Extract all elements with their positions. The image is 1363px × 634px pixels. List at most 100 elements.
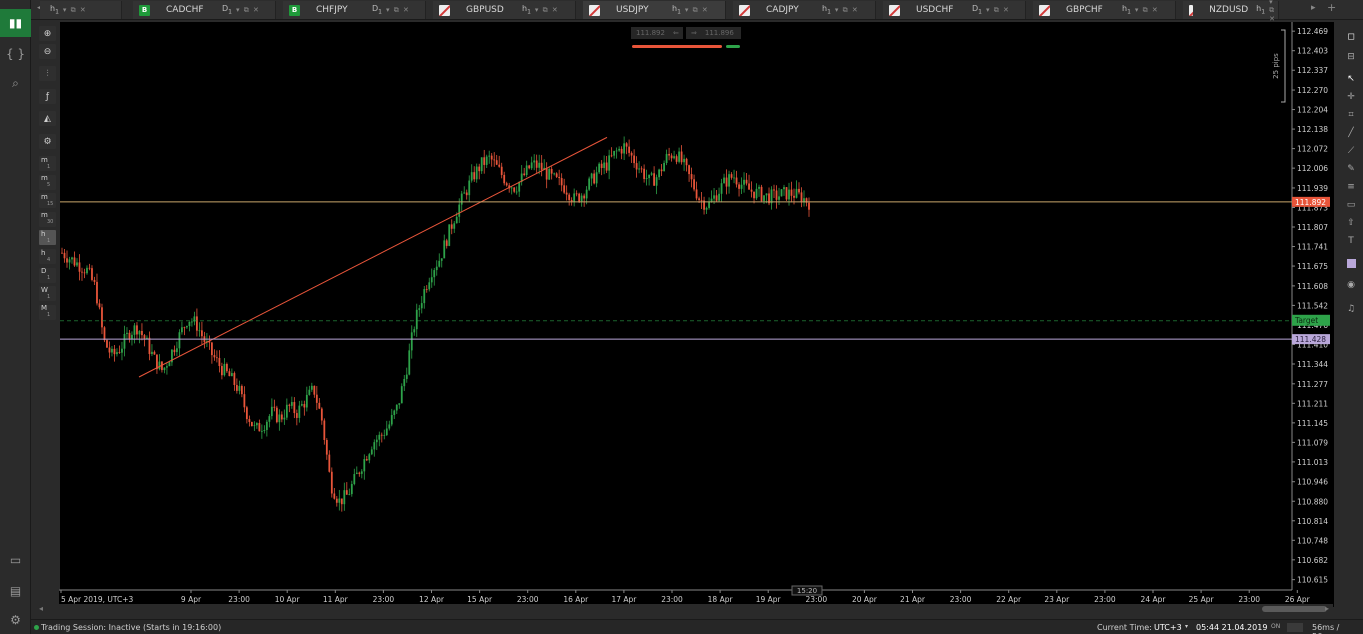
candle-body: [333, 493, 336, 499]
x-tick-label: 12 Apr: [419, 595, 445, 604]
settings-gear-icon[interactable]: ⚙: [0, 606, 31, 634]
tab-timeframe[interactable]: h1: [822, 4, 831, 16]
text-icon[interactable]: T: [1343, 234, 1359, 248]
chart-area[interactable]: 112.469 112.403 112.337 112.270 112.204 112.1…: [59, 22, 1334, 607]
tab-gbpusd[interactable]: GBPUSD h1 ▾ ⧉ ✕: [433, 1, 576, 19]
tab-timeframe[interactable]: D1: [972, 4, 982, 16]
period-M1-button[interactable]: M1: [39, 304, 56, 320]
period-h4-button[interactable]: h4: [39, 249, 56, 264]
code-brackets-icon[interactable]: { }: [0, 40, 31, 68]
analyze-icon[interactable]: ⌕: [0, 69, 31, 97]
candle-body: [353, 474, 356, 485]
pen-icon[interactable]: ✎: [1343, 162, 1359, 176]
tab-untitled[interactable]: h1 ▾ ⧉ ✕: [40, 1, 122, 19]
sell-button[interactable]: 111.892 ⇐: [631, 27, 683, 39]
on-toggle[interactable]: ON: [1271, 623, 1280, 630]
tab-timeframe[interactable]: h1: [50, 4, 59, 16]
chart-type-icon[interactable]: ⫶: [39, 66, 56, 81]
candle-body: [93, 279, 96, 282]
tab-controls[interactable]: ▾ ⧉ ✕: [236, 6, 260, 15]
tab-timeframe[interactable]: D1: [222, 4, 232, 16]
screenshot-icon[interactable]: ◉: [1343, 278, 1359, 292]
candle-body: [575, 193, 578, 195]
x-tick-label: 21 Apr: [900, 595, 926, 604]
cursor-icon[interactable]: ↖: [1343, 72, 1359, 86]
period-sub: 1: [47, 275, 51, 282]
candle-body: [186, 326, 188, 328]
color-picker-icon[interactable]: [1343, 256, 1359, 270]
y-tick-label: 110.748: [1297, 536, 1328, 545]
candle-body: [740, 184, 743, 189]
period-m30-button[interactable]: m 30: [39, 211, 56, 227]
period-m5-button[interactable]: m5: [39, 174, 56, 190]
y-tick-label: 111.542: [1297, 301, 1328, 310]
chat-icon[interactable]: ▭: [0, 546, 31, 574]
period-sub: 4: [47, 256, 51, 263]
candle-body: [763, 195, 765, 201]
candle-body: [683, 158, 685, 163]
indicators-icon[interactable]: ƒ: [39, 89, 56, 104]
period-m15-button[interactable]: m 15: [39, 193, 56, 209]
tab-gbpchf[interactable]: GBPCHF h1 ▾ ⧉ ✕: [1033, 1, 1176, 19]
tab-cadjpy[interactable]: CADJPY h1 ▾ ⧉ ✕: [733, 1, 876, 19]
candle-body: [435, 266, 438, 271]
candle-body: [465, 192, 468, 196]
text-box-icon[interactable]: ▭: [1343, 198, 1359, 212]
tab-cadchf[interactable]: B CADCHF D1 ▾ ⧉ ✕: [133, 1, 276, 19]
tab-nzdusd[interactable]: NZDUSD h1 ▾ ⧉ ✕: [1183, 0, 1279, 23]
scroll-thumb[interactable]: [1262, 606, 1327, 612]
measure-icon[interactable]: ⌗: [1343, 108, 1359, 122]
tab-controls[interactable]: ▾ ⧉ ✕: [63, 6, 87, 15]
line-icon[interactable]: ╱: [1343, 126, 1359, 140]
candle-body: [610, 155, 613, 157]
period-W1-button[interactable]: W1: [39, 286, 56, 302]
trade-view-icon[interactable]: ▮▮: [0, 9, 31, 37]
scroll-left-icon[interactable]: ◂: [39, 604, 43, 613]
objects-icon[interactable]: ◭: [39, 111, 56, 126]
scroll-right-icon[interactable]: ▸: [1325, 604, 1329, 613]
tab-controls[interactable]: ▾ ⧉ ✕: [1269, 0, 1278, 23]
tab-timeframe[interactable]: h1: [1256, 4, 1265, 16]
store-icon[interactable]: ▤: [0, 577, 31, 605]
candle-body: [548, 168, 551, 180]
crosshair-icon[interactable]: ✛: [1343, 90, 1359, 104]
buy-button[interactable]: ⇒ 111.896: [686, 27, 741, 39]
fibonacci-icon[interactable]: ≡: [1343, 180, 1359, 194]
tab-timeframe[interactable]: h1: [672, 4, 681, 16]
tab-usdchf[interactable]: USDCHF D1 ▾ ⧉ ✕: [883, 1, 1026, 19]
tab-controls[interactable]: ▾ ⧉ ✕: [1135, 6, 1159, 15]
alert-bell-icon[interactable]: ♫: [1343, 302, 1359, 316]
tab-controls[interactable]: ▾ ⧉ ✕: [835, 6, 859, 15]
candle-body: [528, 165, 531, 169]
arrow-up-icon[interactable]: ⇧: [1343, 216, 1359, 230]
tab-chfjpy[interactable]: B CHFJPY D1 ▾ ⧉ ✕: [283, 1, 426, 19]
candle-body: [605, 162, 608, 171]
tab-timeframe[interactable]: h1: [1122, 4, 1131, 16]
timezone-select[interactable]: UTC+3: [1154, 623, 1182, 632]
candle-body: [248, 419, 251, 422]
zoom-out-icon[interactable]: ⊖: [39, 44, 56, 59]
period-h1-button[interactable]: h1: [39, 230, 56, 246]
toggle-switch[interactable]: [1287, 623, 1303, 632]
price-chart[interactable]: 112.469 112.403 112.337 112.270 112.204 112.1…: [59, 22, 1334, 607]
tab-timeframe[interactable]: h1: [522, 4, 531, 16]
multi-chart-icon[interactable]: ⊟: [1343, 50, 1359, 64]
tab-timeframe[interactable]: D1: [372, 4, 382, 16]
add-tab-icon[interactable]: +: [1327, 1, 1336, 14]
tab-usdjpy[interactable]: USDJPY h1 ▾ ⧉ ✕: [583, 1, 726, 19]
period-m1-button[interactable]: m1: [39, 156, 56, 171]
chart-scrollbar[interactable]: ◂ ▸: [37, 604, 1333, 614]
tab-controls[interactable]: ▾ ⧉ ✕: [386, 6, 410, 15]
zoom-in-icon[interactable]: ⊕: [39, 26, 56, 41]
tab-controls[interactable]: ▾ ⧉ ✕: [685, 6, 709, 15]
tab-scroll-right-icon[interactable]: ▸: [1311, 3, 1316, 13]
single-chart-icon[interactable]: ◻: [1343, 30, 1359, 44]
candle-body: [490, 155, 493, 160]
chart-settings-icon[interactable]: ⚙: [39, 134, 56, 149]
candle-body: [133, 325, 136, 335]
period-D1-button[interactable]: D1: [39, 267, 56, 283]
timezone-dropdown-icon[interactable]: ▾: [1185, 623, 1188, 630]
ray-icon[interactable]: ⟋: [1343, 144, 1359, 158]
tab-controls[interactable]: ▾ ⧉ ✕: [986, 6, 1010, 15]
tab-controls[interactable]: ▾ ⧉ ✕: [535, 6, 559, 15]
